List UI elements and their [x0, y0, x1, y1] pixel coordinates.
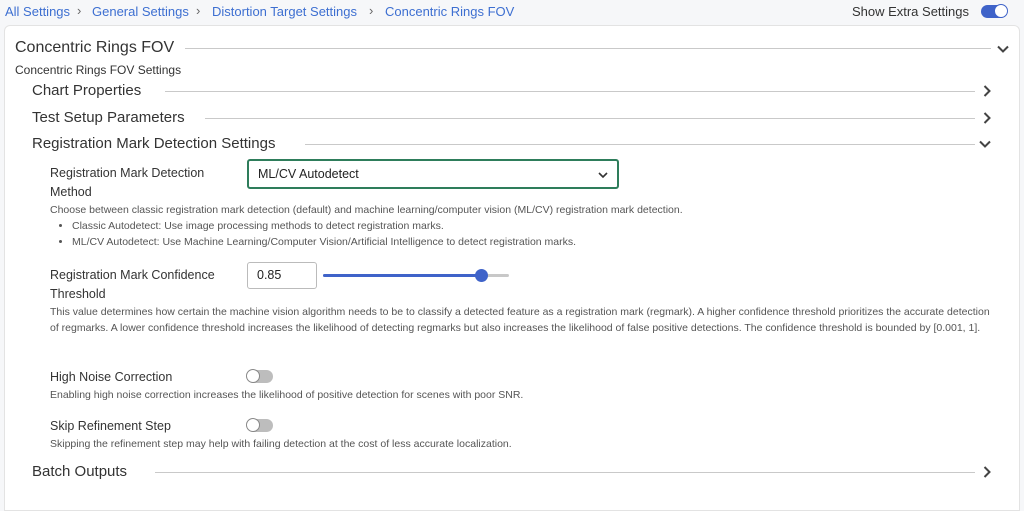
high-noise-correction-description: Enabling high noise correction increases… [50, 389, 524, 401]
slider-fill [323, 274, 482, 277]
breadcrumb-general-settings[interactable]: General Settings [92, 4, 189, 19]
list-item: ML/CV Autodetect: Use Machine Learning/C… [72, 234, 990, 250]
toggle-knob [246, 418, 260, 432]
divider [205, 118, 975, 119]
detection-method-label: Registration Mark Detection Method [50, 166, 205, 199]
high-noise-correction-label: High Noise Correction [50, 370, 173, 384]
divider [155, 472, 975, 473]
section-batch-outputs[interactable]: Batch Outputs [32, 463, 138, 480]
detection-method-description: Choose between classic registration mark… [50, 202, 990, 250]
show-extra-settings-toggle[interactable] [981, 4, 1008, 18]
confidence-threshold-description: This value determines how certain the ma… [50, 306, 990, 334]
skip-refinement-description: Skipping the refinement step may help wi… [50, 438, 512, 450]
high-noise-correction-toggle[interactable] [246, 369, 273, 383]
show-extra-settings-label: Show Extra Settings [851, 4, 969, 19]
section-test-setup-parameters[interactable]: Test Setup Parameters [32, 109, 195, 126]
detection-method-select[interactable]: ML/CV Autodetect [247, 159, 619, 189]
toggle-knob [994, 4, 1008, 18]
chevron-down-icon[interactable] [996, 42, 1010, 56]
settings-panel: Concentric Rings FOV Concentric Rings FO… [4, 25, 1020, 511]
chevron-right-icon[interactable] [980, 111, 994, 125]
section-chart-properties[interactable]: Chart Properties [32, 82, 152, 99]
panel-subtitle: Concentric Rings FOV Settings [15, 63, 182, 77]
skip-refinement-label: Skip Refinement Step [50, 419, 171, 433]
breadcrumb-concentric-rings-fov[interactable]: Concentric Rings FOV [385, 4, 514, 19]
chevron-right-icon: › [77, 3, 82, 18]
chevron-right-icon[interactable] [980, 465, 994, 479]
chevron-right-icon: › [369, 3, 374, 18]
chevron-down-icon [597, 168, 609, 180]
panel-title[interactable]: Concentric Rings FOV [15, 39, 185, 57]
breadcrumb-distortion-target-settings[interactable]: Distortion Target Settings [212, 4, 357, 19]
toggle-knob [246, 369, 260, 383]
detection-method-value: ML/CV Autodetect [258, 167, 359, 181]
divider [185, 48, 991, 49]
detection-method-options-list: Classic Autodetect: Use image processing… [50, 218, 990, 250]
list-item: Classic Autodetect: Use image processing… [72, 218, 990, 234]
chevron-right-icon: › [196, 3, 201, 18]
divider [305, 144, 975, 145]
section-registration-mark-detection[interactable]: Registration Mark Detection Settings [32, 135, 286, 152]
chevron-down-icon[interactable] [978, 137, 992, 151]
confidence-threshold-label: Registration Mark Confidence Threshold [50, 268, 215, 301]
breadcrumb-all-settings[interactable]: All Settings [5, 4, 70, 19]
skip-refinement-toggle[interactable] [246, 418, 273, 432]
breadcrumb: All Settings › General Settings › Distor… [0, 0, 1024, 24]
confidence-threshold-input[interactable]: 0.85 [247, 262, 317, 289]
chevron-right-icon[interactable] [980, 84, 994, 98]
confidence-threshold-slider[interactable] [323, 269, 509, 282]
slider-thumb[interactable] [475, 269, 489, 282]
divider [165, 91, 975, 92]
